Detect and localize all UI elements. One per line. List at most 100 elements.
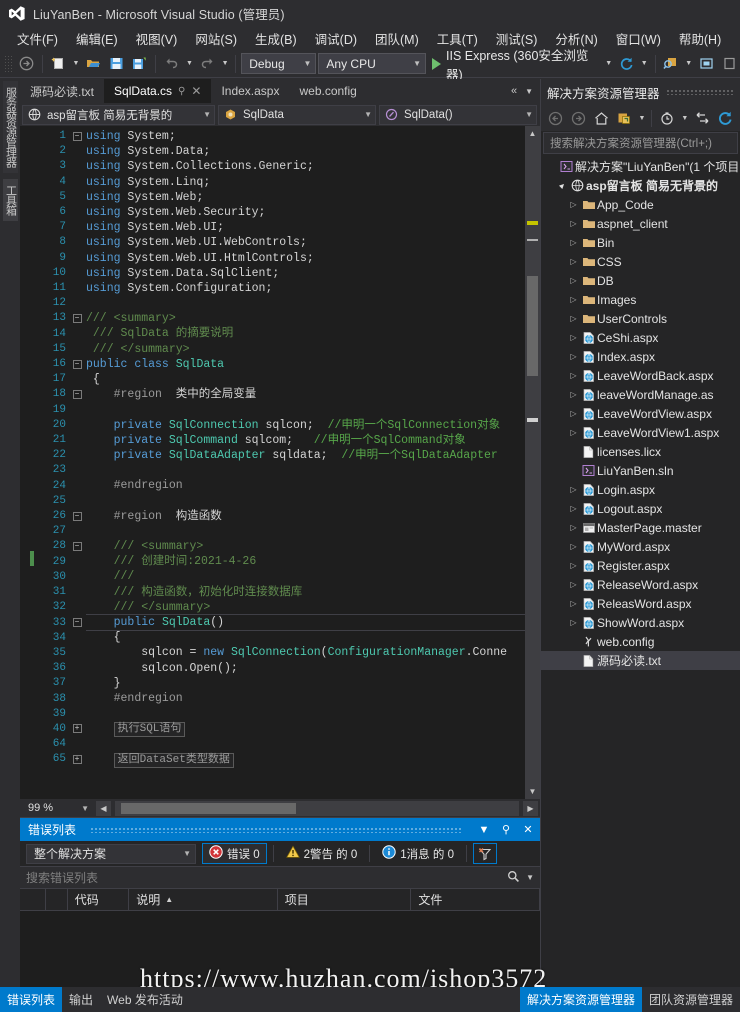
breakpoint-slot[interactable] <box>20 582 38 597</box>
code-line[interactable]: private SqlConnection sqlcon; //申明一个SqlC… <box>86 418 540 433</box>
breakpoint-margin[interactable] <box>20 126 38 799</box>
solution-tree-item[interactable]: ▷LeaveWordView.aspx <box>541 404 740 423</box>
expander-icon[interactable]: ▷ <box>567 523 580 532</box>
solution-tree-item[interactable]: ▷Register.aspx <box>541 556 740 575</box>
expander-icon[interactable]: ▷ <box>567 371 580 380</box>
solution-tree-item[interactable]: ▷ReleaseWord.aspx <box>541 575 740 594</box>
chevron-down-icon[interactable]: ▼ <box>526 873 534 882</box>
breakpoint-slot[interactable] <box>20 415 38 430</box>
code-text-area[interactable]: using System;using System.Data;using Sys… <box>86 126 540 799</box>
breakpoint-slot[interactable] <box>20 627 38 642</box>
breakpoint-slot[interactable] <box>20 734 38 749</box>
dock-tab-toolbox[interactable]: 工具箱 <box>3 179 18 221</box>
breakpoint-slot[interactable] <box>20 278 38 293</box>
code-line[interactable]: #region 构造函数 <box>86 509 540 524</box>
outlining-glyph[interactable]: − <box>68 615 86 630</box>
breakpoint-slot[interactable] <box>20 156 38 171</box>
navigate-back-icon[interactable] <box>16 53 37 75</box>
editor-vertical-scrollbar[interactable]: ▲ ▼ <box>525 126 540 799</box>
breakpoint-slot[interactable] <box>20 323 38 338</box>
home-icon[interactable] <box>591 107 613 129</box>
breakpoint-slot[interactable] <box>20 566 38 581</box>
error-column-header[interactable]: 项目 <box>278 889 412 911</box>
code-line[interactable]: using System.Web.UI.WebControls; <box>86 235 540 250</box>
code-line[interactable]: 执行SQL语句 <box>86 721 540 736</box>
error-column-header[interactable]: 代码 <box>68 889 129 911</box>
outlining-glyph[interactable] <box>68 144 86 159</box>
redo-icon[interactable] <box>197 53 218 75</box>
outlining-glyph[interactable] <box>68 205 86 220</box>
outlining-glyph[interactable] <box>68 600 86 615</box>
save-icon[interactable] <box>106 53 127 75</box>
breakpoint-slot[interactable] <box>20 658 38 673</box>
expander-icon[interactable]: ▷ <box>567 352 580 361</box>
document-tab[interactable]: SqlData.cs⚲✕ <box>104 79 211 103</box>
panel-drag-handle[interactable] <box>666 89 734 95</box>
solution-tree-item[interactable]: ▷UserControls <box>541 309 740 328</box>
outlining-glyph[interactable] <box>68 433 86 448</box>
solution-tree-item[interactable]: ▷Index.aspx <box>541 347 740 366</box>
outlining-margin[interactable]: − − − − − − − + + <box>68 126 86 799</box>
code-line[interactable] <box>86 524 540 539</box>
breakpoint-slot[interactable] <box>20 536 38 551</box>
code-line[interactable]: private SqlDataAdapter sqldata; //申明一个Sq… <box>86 448 540 463</box>
scroll-right-arrow[interactable]: ▶ <box>523 801 538 816</box>
expander-icon[interactable]: ▷ <box>567 504 580 513</box>
outlining-glyph[interactable] <box>68 296 86 311</box>
code-line[interactable]: } <box>86 676 540 691</box>
breakpoint-slot[interactable] <box>20 551 38 566</box>
expander-icon[interactable]: ▷ <box>567 485 580 494</box>
expander-icon[interactable]: ▷ <box>567 580 580 589</box>
code-line[interactable] <box>86 402 540 417</box>
outlining-glyph[interactable] <box>68 251 86 266</box>
breakpoint-slot[interactable] <box>20 248 38 263</box>
code-line[interactable]: using System; <box>86 129 540 144</box>
redo-dropdown-icon[interactable]: ▼ <box>220 53 231 75</box>
chevron-down-icon[interactable]: ▼ <box>637 107 648 129</box>
pending-changes-icon[interactable] <box>656 107 678 129</box>
breakpoint-slot[interactable] <box>20 673 38 688</box>
breakpoint-slot[interactable] <box>20 308 38 323</box>
code-line[interactable]: /// <box>86 569 540 584</box>
document-tab[interactable]: web.config <box>289 79 366 103</box>
outlining-glyph[interactable]: − <box>68 129 86 144</box>
messages-filter-button[interactable]: 1消息 的 0 <box>376 843 460 864</box>
navbar-member-combo[interactable]: SqlData() ▼ <box>379 105 537 125</box>
outlining-glyph[interactable]: + <box>68 752 86 767</box>
breakpoint-slot[interactable] <box>20 354 38 369</box>
navigate-forward-icon[interactable] <box>568 107 590 129</box>
code-line[interactable]: #endregion <box>86 478 540 493</box>
expander-icon[interactable]: ▷ <box>567 599 580 608</box>
menu-item-3[interactable]: 网站(S) <box>186 26 246 51</box>
solution-tree-item[interactable]: 解决方案"LiuYanBen"(1 个项目 <box>541 157 740 176</box>
breakpoint-slot[interactable] <box>20 703 38 718</box>
outlining-glyph[interactable]: − <box>68 387 86 402</box>
outlining-glyph[interactable] <box>68 266 86 281</box>
breakpoint-slot[interactable] <box>20 491 38 506</box>
breakpoint-slot[interactable] <box>20 293 38 308</box>
new-project-icon[interactable] <box>48 53 69 75</box>
expander-icon[interactable]: ▷ <box>567 542 580 551</box>
code-line[interactable]: sqlcon.Open(); <box>86 661 540 676</box>
code-line[interactable]: #region 类中的全局变量 <box>86 387 540 402</box>
new-project-dropdown-icon[interactable]: ▼ <box>71 53 82 75</box>
code-line[interactable]: { <box>86 372 540 387</box>
code-line[interactable]: /// <summary> <box>86 311 540 326</box>
solution-tree-item[interactable]: ▷LeaveWordBack.aspx <box>541 366 740 385</box>
find-dropdown-icon[interactable]: ▼ <box>683 53 694 75</box>
expander-icon[interactable]: ▷ <box>567 618 580 627</box>
outlining-glyph[interactable]: − <box>68 539 86 554</box>
scroll-left-arrow[interactable]: ◀ <box>96 801 111 816</box>
dock-tab-server-explorer[interactable]: 服务器资源管理器 <box>3 81 18 173</box>
expander-icon[interactable]: ▷ <box>567 428 580 437</box>
outlining-glyph[interactable] <box>68 676 86 691</box>
open-file-icon[interactable] <box>83 53 104 75</box>
chevron-double-left-icon[interactable]: « <box>511 85 517 97</box>
solution-tree-item[interactable]: ▷MasterPage.master <box>541 518 740 537</box>
collapse-all-icon[interactable] <box>691 107 713 129</box>
solution-configuration-combo[interactable]: Debug ▼ <box>241 53 316 74</box>
start-debugging-button[interactable]: IIS Express (360安全浏览器) <box>428 53 601 75</box>
expander-icon[interactable]: ▷ <box>567 390 580 399</box>
breakpoint-slot[interactable] <box>20 597 38 612</box>
clear-filter-icon[interactable] <box>473 843 497 864</box>
